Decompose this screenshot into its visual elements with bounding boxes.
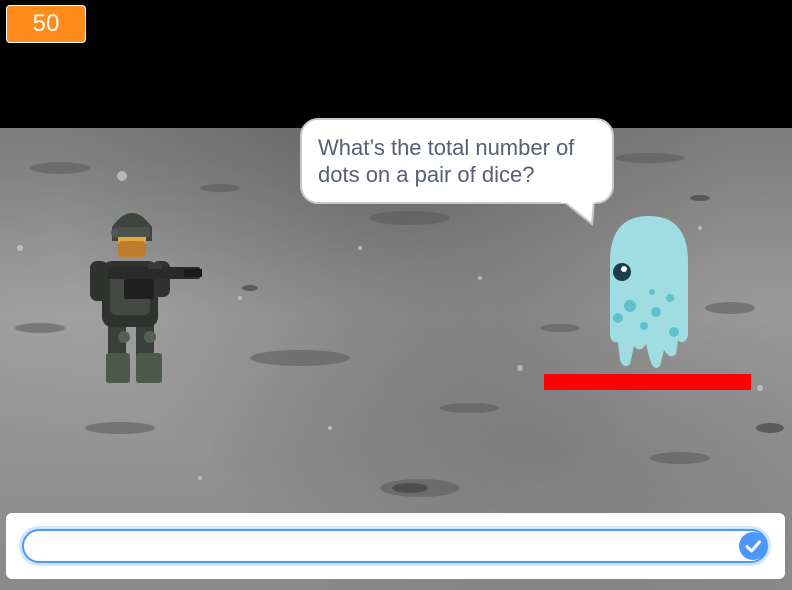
enemy-health-bar bbox=[544, 374, 751, 390]
ghost-icon bbox=[610, 216, 688, 368]
submit-answer-button[interactable] bbox=[739, 532, 767, 560]
game-stage: 50 What’s the total number of dots on a … bbox=[0, 0, 792, 590]
answer-input[interactable] bbox=[22, 529, 768, 563]
speech-bubble: What’s the total number of dots on a pai… bbox=[300, 118, 614, 204]
soldier-icon bbox=[90, 213, 202, 383]
speech-text: What’s the total number of dots on a pai… bbox=[318, 135, 575, 187]
space-sky bbox=[0, 0, 792, 135]
ghost-monster-sprite[interactable] bbox=[604, 214, 694, 379]
check-icon bbox=[745, 540, 761, 553]
ask-answer-panel bbox=[6, 513, 785, 579]
speech-bubble-tail bbox=[560, 200, 596, 226]
soldier-sprite[interactable] bbox=[88, 205, 204, 392]
score-value: 50 bbox=[32, 10, 60, 37]
score-display: 50 bbox=[6, 5, 86, 43]
